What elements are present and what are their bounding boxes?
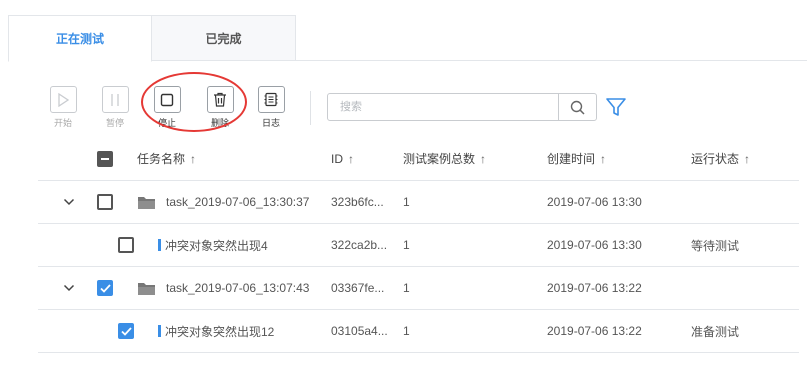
sort-asc-icon: ↑ [190, 151, 197, 166]
select-all-checkbox[interactable] [97, 150, 113, 167]
table-header: 任务名称 ↑ ID ↑ 测试案例总数 ↑ 创建时间 ↑ 运行状态 ↑ [38, 137, 799, 181]
stop-label: 停止 [157, 118, 176, 128]
delete-button[interactable]: 删除 [205, 86, 235, 129]
row-checkbox[interactable] [118, 237, 134, 253]
play-icon [49, 86, 77, 113]
row-checkbox[interactable] [97, 280, 113, 296]
tab-bar: 正在测试 已完成 [8, 15, 807, 62]
created-time-cell: 2019-07-06 13:30 [547, 238, 642, 252]
search-input[interactable] [328, 94, 558, 120]
status-cell: 等待测试 [691, 238, 740, 253]
search-box [327, 93, 597, 121]
trash-icon [206, 86, 234, 113]
sort-asc-icon: ↑ [348, 151, 354, 166]
case-marker [158, 239, 161, 251]
check-icon [120, 326, 132, 336]
id-cell: 03367fe... [331, 281, 385, 295]
column-header-name[interactable]: 任务名称 ↑ [137, 137, 196, 180]
row-checkbox[interactable] [97, 194, 113, 210]
sort-asc-icon: ↑ [744, 151, 751, 166]
row-checkbox-cell [97, 267, 113, 309]
stop-icon [153, 86, 181, 113]
select-all-cell [97, 137, 113, 180]
expand-toggle[interactable] [62, 181, 76, 223]
filter-button[interactable] [605, 96, 627, 118]
row-checkbox-cell [118, 224, 134, 266]
tab-completed[interactable]: 已完成 [152, 15, 296, 61]
chevron-down-icon [62, 281, 76, 295]
column-label: 测试案例总数 [403, 152, 476, 166]
task-name: task_2019-07-06_13:30:37 [166, 195, 310, 209]
row-checkbox[interactable] [118, 323, 134, 339]
created-time-cell: 2019-07-06 13:22 [547, 281, 642, 295]
case-name: 冲突对象突然出现4 [165, 238, 268, 253]
pause-icon [101, 86, 129, 113]
column-label: 任务名称 [137, 152, 186, 166]
id-cell: 323b6fc... [331, 195, 384, 209]
case-name-cell: 冲突对象突然出现12 [158, 310, 274, 352]
id-cell: 322ca2b... [331, 238, 388, 252]
case-count-cell: 1 [403, 281, 410, 295]
log-button[interactable]: 日志 [256, 86, 286, 129]
delete-label: 删除 [210, 118, 229, 128]
filter-icon [606, 98, 626, 116]
created-time-cell: 2019-07-06 13:30 [547, 195, 642, 209]
case-count-cell: 1 [403, 238, 410, 252]
start-label: 开始 [53, 118, 72, 128]
column-label: ID [331, 151, 343, 166]
task-name-cell: task_2019-07-06_13:07:43 [137, 267, 309, 309]
column-label: 运行状态 [691, 152, 740, 166]
column-header-created[interactable]: 创建时间 ↑ [547, 137, 606, 180]
tab-testing[interactable]: 正在测试 [8, 15, 152, 62]
id-cell: 03105a4... [331, 324, 388, 338]
pause-label: 暂停 [105, 118, 124, 128]
search-button[interactable] [558, 94, 596, 120]
log-label: 日志 [261, 118, 280, 128]
created-time-cell: 2019-07-06 13:22 [547, 324, 642, 338]
log-icon [257, 86, 285, 113]
case-marker [158, 325, 161, 337]
sort-asc-icon: ↑ [480, 151, 487, 166]
start-button[interactable]: 开始 [48, 86, 78, 129]
column-label: 创建时间 [547, 152, 596, 166]
case-count-cell: 1 [403, 324, 410, 338]
toolbar-divider [310, 91, 311, 125]
table-row[interactable]: 冲突对象突然出现4 322ca2b... 1 2019-07-06 13:30 … [38, 224, 799, 267]
status-cell: 准备测试 [691, 324, 740, 339]
case-name-cell: 冲突对象突然出现4 [158, 224, 268, 266]
check-icon [99, 283, 111, 293]
table-row[interactable]: task_2019-07-06_13:07:43 03367fe... 1 20… [38, 267, 799, 310]
case-name: 冲突对象突然出现12 [165, 324, 275, 339]
column-header-id[interactable]: ID ↑ [331, 137, 354, 180]
column-header-case-count[interactable]: 测试案例总数 ↑ [403, 137, 486, 180]
case-count-cell: 1 [403, 195, 410, 209]
task-name: task_2019-07-06_13:07:43 [166, 281, 310, 295]
column-header-status[interactable]: 运行状态 ↑ [691, 137, 750, 180]
search-icon [570, 100, 585, 115]
table-row[interactable]: task_2019-07-06_13:30:37 323b6fc... 1 20… [38, 181, 799, 224]
sort-asc-icon: ↑ [600, 151, 607, 166]
stop-button[interactable]: 停止 [152, 86, 182, 129]
folder-icon [137, 195, 156, 210]
folder-icon [137, 281, 156, 296]
table-row[interactable]: 冲突对象突然出现12 03105a4... 1 2019-07-06 13:22… [38, 310, 799, 353]
row-checkbox-cell [118, 310, 134, 352]
expand-toggle[interactable] [62, 267, 76, 309]
task-name-cell: task_2019-07-06_13:30:37 [137, 181, 309, 223]
chevron-down-icon [62, 195, 76, 209]
pause-button[interactable]: 暂停 [100, 86, 130, 129]
row-checkbox-cell [97, 181, 113, 223]
